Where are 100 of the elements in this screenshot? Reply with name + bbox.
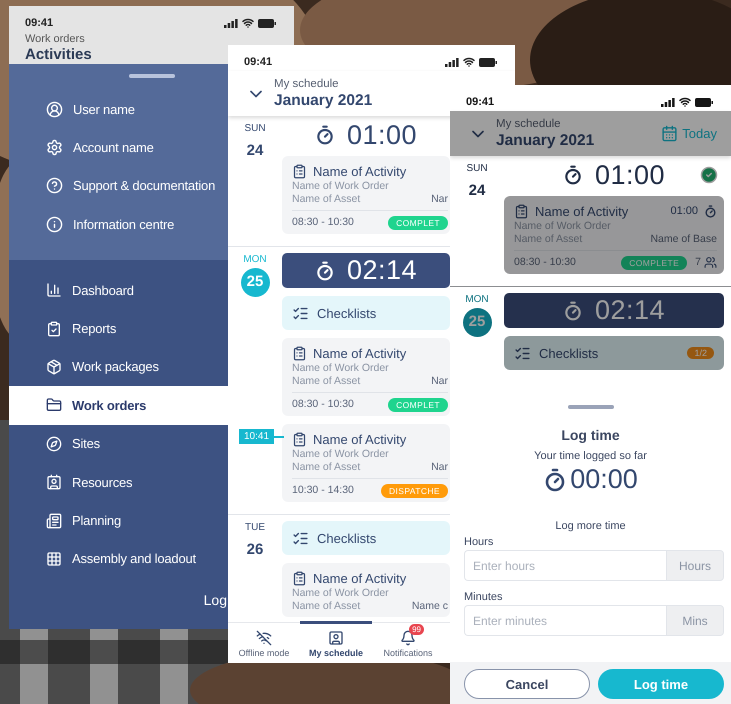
- wifi-off-icon: [256, 630, 272, 646]
- day-number[interactable]: 26: [240, 536, 270, 565]
- navigation-menu-item[interactable]: Dashboard: [9, 271, 228, 310]
- field-label: Hours: [464, 536, 494, 548]
- logout-link[interactable]: Log: [204, 592, 227, 608]
- account-menu-item[interactable]: Account name: [9, 128, 228, 167]
- checklists-label: Checklists: [539, 346, 598, 360]
- weekday-label: MON: [465, 293, 489, 306]
- header-subtitle: My schedule: [274, 77, 340, 91]
- logged-time-caption: Your time logged so far: [534, 450, 647, 462]
- bottom-nav-tab[interactable]: My schedule: [300, 621, 372, 663]
- bottom-nav-tab[interactable]: Offline mode: [228, 621, 300, 663]
- clipboard-icon: [292, 432, 307, 446]
- signal-icon: [445, 58, 459, 66]
- stopwatch-icon: [562, 165, 583, 185]
- checklist-count: 1/2: [687, 347, 714, 359]
- base-name: Nar: [431, 461, 448, 474]
- work-order-name: Name of Work Order: [514, 220, 611, 233]
- checklists-label: Checklists: [317, 306, 376, 320]
- account-menu-item[interactable]: Support & documentation: [9, 166, 228, 206]
- activity-name: Name of Activity: [313, 346, 406, 360]
- status-badge: DISPATCHE: [381, 484, 448, 498]
- weekday-label: SUN: [466, 162, 488, 175]
- account-menu-item[interactable]: User name: [9, 90, 228, 128]
- work-order-name: Name of Work Order: [292, 448, 389, 461]
- stopwatch-icon: [314, 260, 335, 280]
- checklists-label: Checklists: [317, 530, 376, 546]
- asset-name: Name of Asset: [292, 375, 360, 388]
- activity-card[interactable]: Name of Activity Name of Work Order Name of Asset Nar 08:30 - 10:30 COMPLET: [282, 156, 450, 234]
- asset-name: Name of Asset: [292, 600, 360, 613]
- cancel-button[interactable]: Cancel: [464, 669, 590, 699]
- account-menu-item[interactable]: Information centre: [9, 205, 228, 244]
- wifi-icon: [463, 56, 475, 68]
- sheet-title: Log time: [561, 427, 620, 443]
- wifi-icon: [679, 96, 691, 108]
- navigation-menu-item[interactable]: Sites: [9, 424, 228, 463]
- calendar-icon: [661, 125, 678, 142]
- status-badge: COMPLET: [388, 398, 448, 412]
- contact-card-icon: [46, 474, 62, 490]
- status-time: 09:41: [466, 96, 494, 108]
- activity-card[interactable]: Name of Activity Name of Work Order Name of Asset Nar 08:30 - 10:30 COMPLET: [282, 338, 450, 416]
- checklists-row[interactable]: Checklists 1/2: [504, 336, 724, 370]
- asset-name: Name of Asset: [514, 233, 582, 246]
- status-time: 09:41: [244, 56, 272, 68]
- navigation-menu-item[interactable]: Reports: [9, 309, 228, 348]
- day-number[interactable]: 24: [240, 137, 270, 166]
- input-field[interactable]: Enter hours: [464, 550, 666, 581]
- checklists-row[interactable]: Checklists: [282, 521, 450, 555]
- status-badge: COMPLETE: [621, 256, 688, 270]
- navigation-menu-item[interactable]: Resources: [9, 462, 228, 502]
- people-count: 7: [695, 256, 701, 269]
- header-title: January 2021: [274, 91, 372, 110]
- day-number[interactable]: 24: [462, 177, 492, 206]
- wifi-icon: [242, 17, 254, 29]
- work-order-name: Name of Work Order: [292, 180, 389, 193]
- battery-icon: [479, 58, 497, 66]
- activity-name: Name of Activity: [313, 432, 406, 446]
- clipboard-icon: [292, 164, 307, 178]
- clipboard-icon: [292, 570, 307, 586]
- stopwatch-icon: [543, 468, 568, 492]
- activity-name: Name of Activity: [313, 164, 406, 178]
- unit-label: Hours: [666, 550, 724, 581]
- bottom-nav-tab[interactable]: 99 Notifications: [372, 621, 444, 663]
- activity-card[interactable]: Name of Activity 01:00 Name of Work Order Name of Asset Name of Base 08:30 - 10:30 COMPLETE 7: [504, 196, 724, 274]
- status-time: 09:41: [25, 17, 54, 29]
- checklists-row[interactable]: Checklists: [282, 296, 450, 330]
- timer-value: 01:00: [346, 120, 418, 150]
- signal-icon: [661, 98, 675, 106]
- stopwatch-icon: [314, 125, 335, 145]
- navigation-menu-item[interactable]: Assembly and loadout: [9, 540, 228, 578]
- help-icon: [46, 177, 63, 194]
- navigation-menu-item[interactable]: Work orders: [9, 386, 228, 425]
- input-field[interactable]: Enter minutes: [464, 605, 666, 636]
- activity-duration: 01:00: [670, 205, 698, 217]
- navigation-menu-item[interactable]: Work packages: [9, 348, 228, 386]
- activity-card[interactable]: Name of Activity Name of Work Order Name of Asset Name c: [282, 563, 450, 617]
- battery-icon: [695, 98, 713, 106]
- work-order-name: Name of Work Order: [292, 362, 389, 375]
- header-subtitle: Work orders: [25, 33, 86, 46]
- unit-label: Mins: [666, 605, 724, 636]
- time-range: 08:30 - 10:30: [514, 256, 576, 269]
- battery-icon: [258, 18, 276, 28]
- asset-name: Name of Asset: [292, 461, 360, 474]
- activity-card[interactable]: Name of Activity Name of Work Order Name of Asset Nar 10:30 - 14:30 DISPATCHE: [282, 424, 450, 502]
- activity-name: Name of Activity: [535, 204, 628, 218]
- status-badge: COMPLET: [388, 216, 448, 230]
- header-title: Activities: [25, 46, 92, 64]
- info-icon: [46, 216, 63, 233]
- time-range: 10:30 - 14:30: [292, 484, 354, 497]
- log-more-caption: Log more time: [555, 520, 626, 532]
- base-name: Nar: [431, 375, 448, 388]
- base-name: Name of Base: [650, 233, 717, 246]
- bar-chart-icon: [46, 282, 62, 298]
- weekday-label: SUN: [244, 122, 266, 135]
- work-order-name: Name of Work Order: [292, 587, 389, 600]
- time-range: 08:30 - 10:30: [292, 398, 354, 411]
- base-name: Name c: [412, 600, 448, 613]
- timer-value: 01:00: [594, 160, 666, 190]
- logged-time-value: 00:00: [570, 464, 638, 495]
- navigation-menu-item[interactable]: Planning: [9, 501, 228, 540]
